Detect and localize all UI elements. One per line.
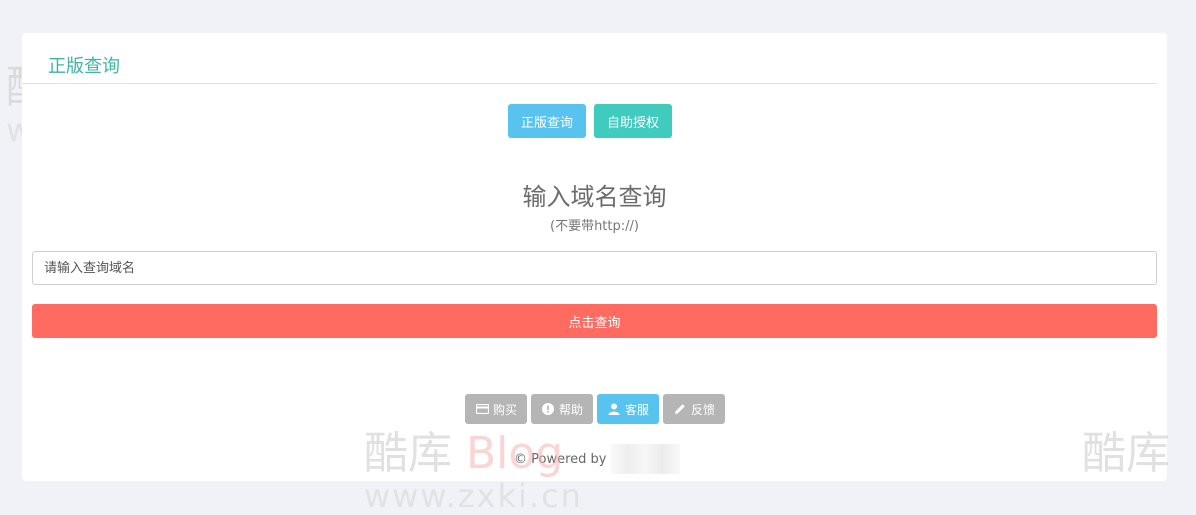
- domain-input[interactable]: [32, 251, 1157, 285]
- credit-card-icon: [475, 402, 489, 416]
- buy-button[interactable]: 购买: [465, 394, 528, 424]
- pencil-icon: [673, 402, 687, 416]
- buy-button-label: 购买: [493, 402, 518, 417]
- footer-button-group: 购买 帮助 客服 反馈: [465, 394, 726, 424]
- submit-query-button[interactable]: 点击查询: [32, 304, 1157, 338]
- form-subheading: (不要带http://): [550, 219, 639, 234]
- powered-by-text: © Powered by: [514, 451, 607, 467]
- support-button[interactable]: 客服: [597, 394, 660, 424]
- panel-title: 正版查询: [48, 56, 120, 77]
- tab-genuine-query[interactable]: 正版查询: [508, 104, 587, 138]
- tab-row: 正版查询 自助授权: [508, 104, 673, 138]
- powered-by: © Powered by: [514, 444, 681, 474]
- redacted-name: [610, 444, 681, 474]
- form-heading: 输入域名查询: [522, 183, 667, 211]
- help-button-label: 帮助: [559, 402, 584, 417]
- exclamation-circle-icon: [541, 402, 555, 416]
- feedback-button-label: 反馈: [691, 402, 716, 417]
- main-panel: 正版查询 正版查询 自助授权 输入域名查询 (不要带http://) 点击查询 …: [22, 33, 1167, 481]
- tab-self-authorize[interactable]: 自助授权: [594, 104, 673, 138]
- help-button[interactable]: 帮助: [531, 394, 594, 424]
- support-button-label: 客服: [625, 402, 650, 417]
- watermark-url: www.zxki.cn: [364, 477, 583, 515]
- user-icon: [607, 402, 621, 416]
- panel-header: 正版查询: [22, 33, 1157, 84]
- feedback-button[interactable]: 反馈: [663, 394, 726, 424]
